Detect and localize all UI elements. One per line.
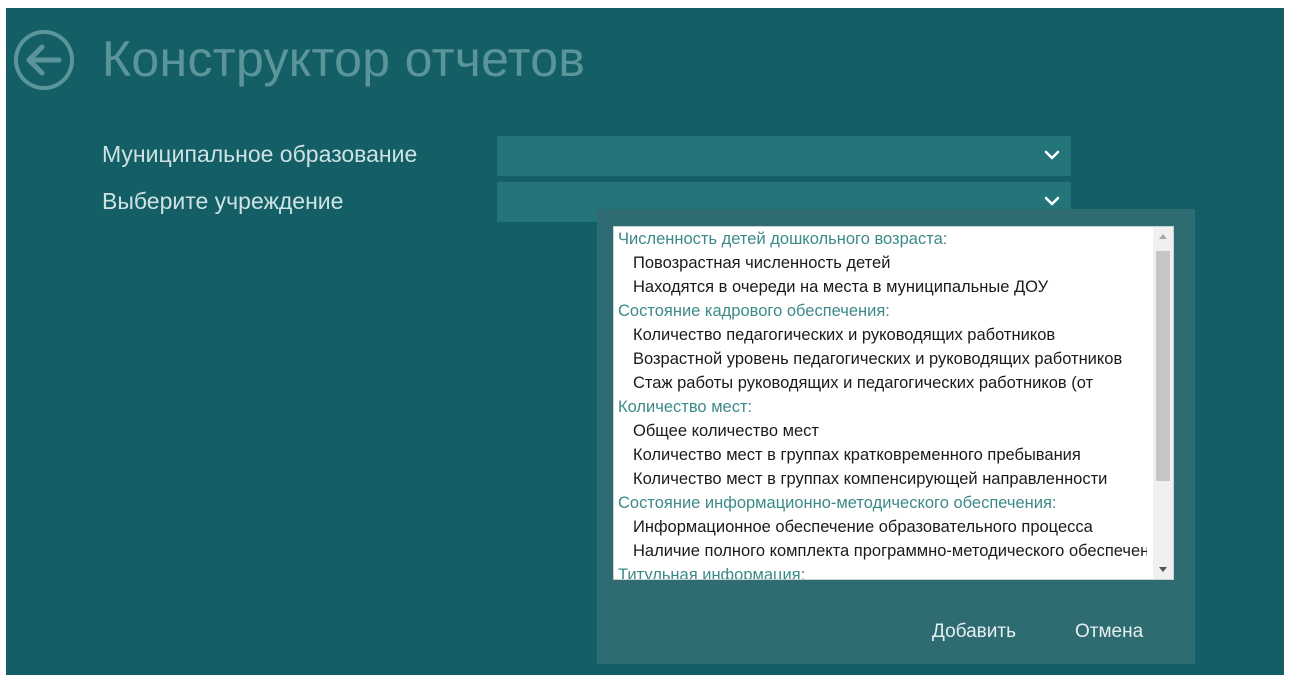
scroll-thumb[interactable] <box>1156 251 1170 481</box>
page-title: Конструктор отчетов <box>102 31 586 87</box>
list-item[interactable]: Количество педагогических и руководящих … <box>618 323 1147 347</box>
list-item[interactable]: Количество мест в группах компенсирующей… <box>618 467 1147 491</box>
add-report-dialog: Численность детей дошкольного возраста: П… <box>597 209 1195 664</box>
list-category-header: Численность детей дошкольного возраста: <box>618 230 948 248</box>
list-category-header: Титульная информация: <box>618 566 806 580</box>
scroll-down-button[interactable] <box>1153 559 1173 579</box>
list-category-header: Состояние информационно-методического об… <box>618 494 1057 512</box>
list-item[interactable]: Количество мест в группах кратковременно… <box>618 443 1147 467</box>
chevron-down-icon <box>1044 150 1060 160</box>
list-item[interactable]: Находятся в очереди на места в муниципал… <box>618 275 1147 299</box>
list-item[interactable]: Повозрастная численность детей <box>618 251 1147 275</box>
report-type-list: Численность детей дошкольного возраста: П… <box>618 227 1147 580</box>
list-item[interactable]: Информационное обеспечение образовательн… <box>618 515 1147 539</box>
institution-label: Выберите учреждение <box>102 188 344 214</box>
list-item[interactable]: Возрастной уровень педагогических и руко… <box>618 347 1147 371</box>
listbox-scrollbar[interactable] <box>1153 227 1173 579</box>
municipality-select[interactable] <box>497 136 1071 176</box>
list-category-header: Количество мест: <box>618 398 753 416</box>
scroll-up-button[interactable] <box>1153 227 1173 247</box>
list-item[interactable]: Общее количество мест <box>618 419 1147 443</box>
cancel-button[interactable]: Отмена <box>1075 619 1143 645</box>
report-builder-screen: Конструктор отчетов Муниципальное образо… <box>6 8 1284 675</box>
chevron-down-icon <box>1044 196 1060 206</box>
report-type-listbox[interactable]: Численность детей дошкольного возраста: П… <box>613 226 1174 580</box>
municipality-label: Муниципальное образование <box>102 141 418 167</box>
list-item[interactable]: Стаж работы руководящих и педагогических… <box>618 371 1147 395</box>
arrow-left-circle-icon <box>14 30 74 90</box>
list-category-header: Состояние кадрового обеспечения: <box>618 302 890 320</box>
triangle-down-icon <box>1159 567 1167 572</box>
add-button[interactable]: Добавить <box>932 619 1016 645</box>
triangle-up-icon <box>1159 234 1167 239</box>
back-button[interactable] <box>12 28 76 92</box>
list-item[interactable]: Наличие полного комплекта программно-мет… <box>618 539 1147 563</box>
